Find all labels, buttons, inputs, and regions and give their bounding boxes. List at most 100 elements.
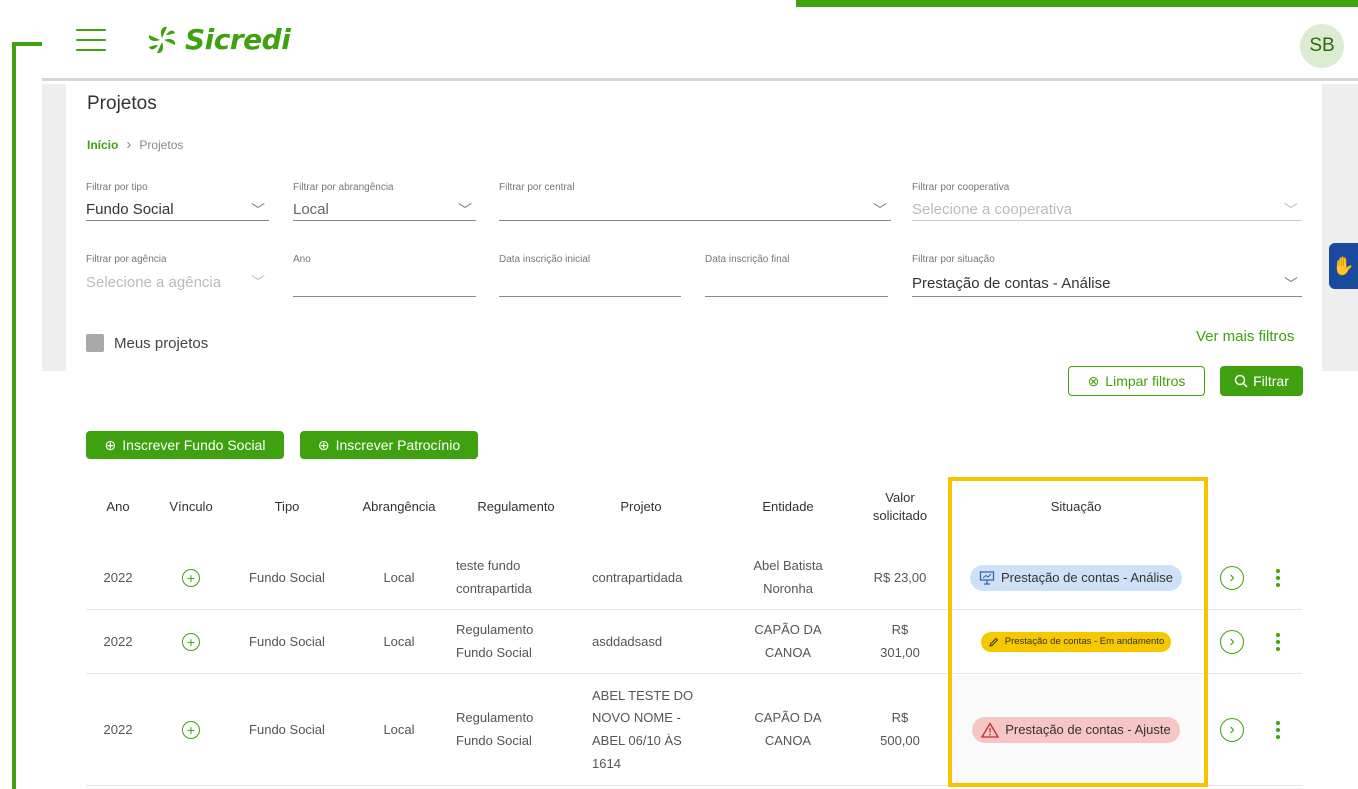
inscrever-patrocinio-label: Inscrever Patrocínio — [335, 437, 461, 453]
meus-projetos-toggle[interactable]: Meus projetos — [86, 334, 208, 352]
more-options-icon[interactable] — [1276, 569, 1280, 587]
filter-ano-input[interactable] — [293, 267, 476, 297]
filter-data-final-input[interactable] — [705, 267, 888, 297]
left-accent-bar — [12, 42, 42, 46]
chevron-right-circle-icon[interactable]: › — [1220, 566, 1244, 590]
filtrar-button[interactable]: Filtrar — [1220, 366, 1303, 396]
filter-cooperativa-select[interactable]: Selecione a cooperativa ﹀ — [912, 195, 1302, 221]
filtrar-label: Filtrar — [1253, 373, 1289, 389]
user-avatar[interactable]: SB — [1300, 24, 1344, 68]
projeto-text-line: asddadsasd — [592, 633, 663, 649]
status-badge: Prestação de contas - Ajuste — [972, 717, 1180, 743]
plus-circle-icon[interactable]: + — [182, 633, 200, 651]
regulamento-text-line: contrapartida — [456, 581, 532, 596]
projeto-text-line: ABEL TESTE DO — [592, 687, 694, 703]
ver-mais-filtros-link[interactable]: Ver mais filtros — [1196, 328, 1294, 345]
row-open-action: › — [1216, 675, 1248, 785]
filter-abrangencia-label: Filtrar por abrangência — [293, 182, 394, 193]
inscrever-fundo-social-button[interactable]: ⊕ Inscrever Fundo Social — [86, 431, 284, 459]
filter-ano-label: Ano — [293, 254, 311, 265]
table-row[interactable]: 2022 + Fundo Social Local teste fundo contrap… — [86, 547, 1302, 610]
cell-projeto: ABEL TESTE DO NOVO NOME - ABEL 06/10 ÀS 161… — [576, 675, 706, 785]
regulamento-text: Regulamento Fundo Social — [456, 707, 533, 753]
col-regulamento[interactable]: Regulamento — [456, 482, 576, 532]
row-menu-action — [1266, 611, 1290, 673]
brand-logo[interactable]: Sicredi — [145, 23, 291, 56]
filter-cooperativa-label: Filtrar por cooperativa — [912, 182, 1010, 193]
plus-circle-icon[interactable]: + — [182, 569, 200, 587]
cell-situacao: Prestação de contas - Em andamento — [952, 611, 1200, 673]
meus-projetos-label: Meus projetos — [114, 334, 209, 352]
regulamento-text-line: teste fundo — [456, 558, 521, 574]
right-gutter — [1322, 84, 1358, 371]
cell-entidade: Abel Batista Noronha — [706, 547, 870, 609]
filter-situacao-value: Prestação de contas - Análise — [912, 275, 1111, 292]
filter-data-final[interactable]: Data inscrição final — [705, 254, 888, 297]
filter-abrangencia[interactable]: Filtrar por abrangência Local ﹀ — [293, 182, 476, 221]
valor-text: R$ 500,00 — [880, 707, 920, 753]
regulamento-text-line: Fundo Social — [456, 733, 532, 748]
filter-situacao[interactable]: Filtrar por situação Prestação de contas… — [912, 254, 1302, 297]
cell-entidade: CAPÃO DA CANOA — [706, 675, 870, 785]
cell-valor: R$ 23,00 — [850, 547, 950, 609]
col-valor[interactable]: Valor solicitado — [850, 482, 950, 532]
filter-tipo[interactable]: Filtrar por tipo Fundo Social ﹀ — [86, 182, 269, 221]
inscrever-patrocinio-button[interactable]: ⊕ Inscrever Patrocínio — [300, 431, 478, 459]
filter-data-final-label: Data inscrição final — [705, 254, 790, 265]
filter-data-inicial[interactable]: Data inscrição inicial — [499, 254, 681, 297]
cell-regulamento: Regulamento Fundo Social — [456, 611, 576, 673]
more-options-icon[interactable] — [1276, 633, 1280, 651]
projeto-text-line: ABEL 06/10 ÀS — [592, 733, 682, 748]
col-vinculo[interactable]: Vínculo — [150, 482, 232, 532]
regulamento-text-line: Regulamento — [456, 710, 534, 726]
filter-agencia-select[interactable]: Selecione a agência ﹀ — [86, 267, 269, 293]
more-options-icon[interactable] — [1276, 721, 1280, 739]
filter-central[interactable]: Filtrar por central ﹀ — [499, 182, 891, 221]
entidade-text: CAPÃO DA CANOA — [754, 619, 821, 665]
filter-abrangencia-select[interactable]: Local ﹀ — [293, 195, 476, 221]
breadcrumb-home-link[interactable]: Início — [87, 138, 118, 152]
status-badge: Prestação de contas - Análise — [970, 565, 1182, 591]
chevron-right-circle-icon[interactable]: › — [1220, 718, 1244, 742]
col-situacao[interactable]: Situação — [952, 482, 1200, 532]
row-open-action: › — [1216, 547, 1248, 609]
filter-ano[interactable]: Ano — [293, 254, 476, 297]
status-badge-label: Prestação de contas - Em andamento — [1004, 635, 1165, 647]
filter-panel — [66, 84, 1322, 371]
col-projeto[interactable]: Projeto — [576, 482, 706, 532]
chevron-right-circle-icon[interactable]: › — [1220, 630, 1244, 654]
table-row[interactable]: 2022 + Fundo Social Local Regulamento Fundo S… — [86, 611, 1302, 674]
table-row[interactable]: 2022 + Fundo Social Local Regulamento Fundo S… — [86, 675, 1302, 786]
chevron-down-icon: ﹀ — [1284, 275, 1298, 292]
filter-agencia[interactable]: Filtrar por agência Selecione a agência ﹀ — [86, 254, 269, 293]
limpar-filtros-button[interactable]: ⊗ Limpar filtros — [1068, 366, 1205, 396]
col-ano[interactable]: Ano — [86, 482, 150, 532]
cell-ano: 2022 — [103, 721, 133, 737]
table-header: Ano Vínculo Tipo Abrangência Regulamento… — [86, 482, 1302, 532]
filter-tipo-select[interactable]: Fundo Social ﹀ — [86, 195, 269, 221]
menu-icon[interactable] — [76, 29, 106, 53]
inscrever-fundo-social-label: Inscrever Fundo Social — [122, 437, 266, 453]
filter-cooperativa[interactable]: Filtrar por cooperativa Selecione a coop… — [912, 182, 1302, 221]
col-tipo[interactable]: Tipo — [232, 482, 342, 532]
cell-situacao: Prestação de contas - Análise — [952, 547, 1200, 609]
entidade-text-line: Noronha — [763, 581, 813, 596]
warning-icon — [981, 722, 1000, 738]
filter-central-select[interactable]: ﹀ — [499, 195, 891, 221]
col-abrangencia[interactable]: Abrangência — [342, 482, 456, 532]
meus-projetos-checkbox[interactable] — [86, 334, 104, 352]
accessibility-button[interactable]: ✋ — [1329, 243, 1358, 289]
presentation-icon — [979, 571, 995, 585]
plus-circle-icon[interactable]: + — [182, 721, 200, 739]
filter-tipo-value: Fundo Social — [86, 201, 174, 218]
filter-situacao-select[interactable]: Prestação de contas - Análise ﹀ — [912, 267, 1302, 297]
entidade-text-line: CANOA — [764, 733, 812, 748]
valor-text-line: R$ — [891, 622, 909, 638]
filter-cooperativa-placeholder: Selecione a cooperativa — [912, 201, 1073, 218]
filter-tipo-label: Filtrar por tipo — [86, 182, 148, 193]
col-entidade[interactable]: Entidade — [706, 482, 870, 532]
cell-valor: R$ 500,00 — [850, 675, 950, 785]
projeto-text-line: NOVO NOME - — [592, 710, 681, 726]
filter-data-inicial-input[interactable] — [499, 267, 681, 297]
filter-abrangencia-value: Local — [293, 201, 329, 218]
